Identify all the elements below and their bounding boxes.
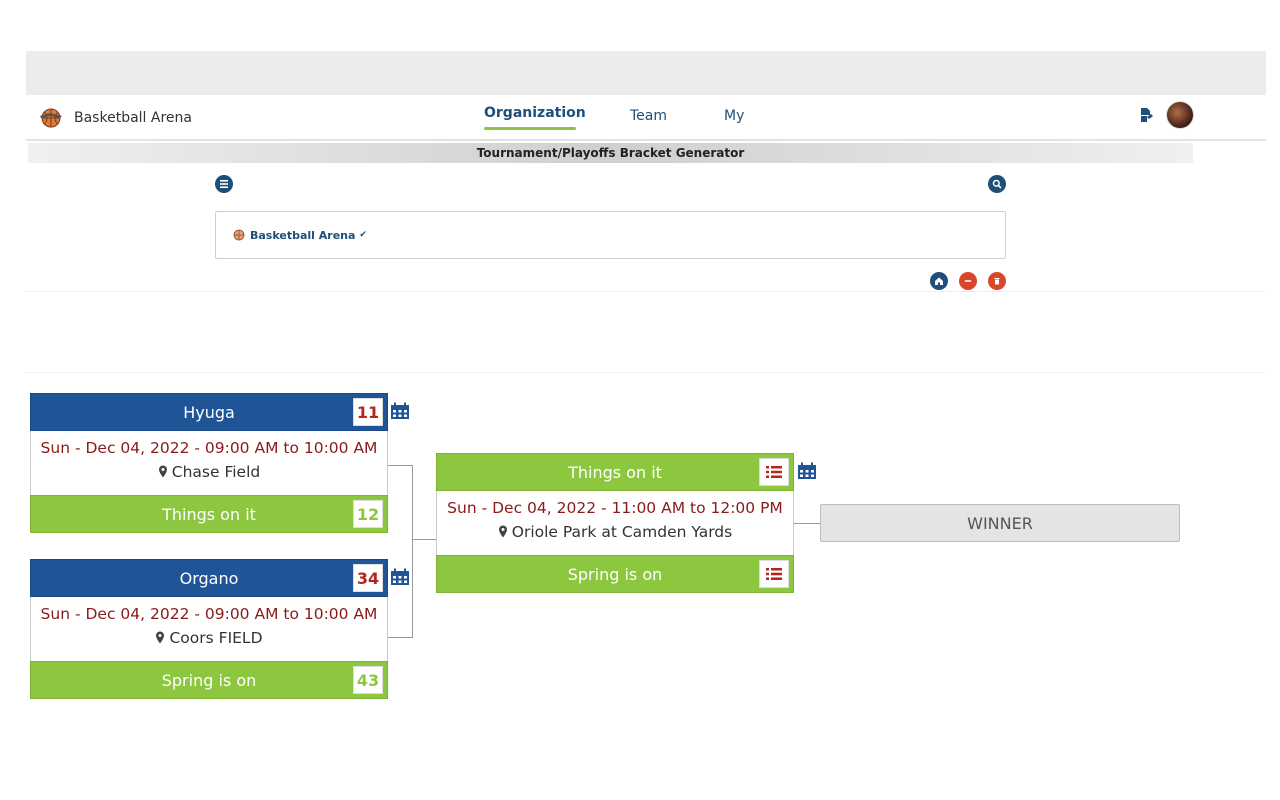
bracket-connector xyxy=(388,465,413,466)
winner-label: WINNER xyxy=(967,513,1033,533)
divider xyxy=(26,291,1266,292)
tab-team[interactable]: Team xyxy=(630,95,670,141)
user-edit-icon[interactable] xyxy=(1138,107,1154,123)
team-footer[interactable]: Things on it 12 xyxy=(30,495,388,533)
brand[interactable]: Basketball Arena xyxy=(38,105,192,131)
team-header[interactable]: Things on it xyxy=(436,453,794,491)
list-button[interactable] xyxy=(759,458,789,486)
location-name: Oriole Park at Camden Yards xyxy=(511,523,733,541)
list-icon xyxy=(766,568,782,580)
brand-name: Basketball Arena xyxy=(74,110,192,126)
home-icon[interactable] xyxy=(930,272,948,290)
match-info: Sun - Dec 04, 2022 - 09:00 AM to 10:00 A… xyxy=(30,597,388,661)
basketball-logo-icon xyxy=(40,108,62,128)
calendar-icon[interactable] xyxy=(390,402,410,420)
match-card-2: Organo 34 Sun - Dec 04, 2022 - 09:00 AM … xyxy=(30,559,388,699)
team-name: Spring is on xyxy=(161,670,257,690)
organization-item[interactable]: Basketball Arena ✔ xyxy=(232,228,367,242)
location-pin-icon xyxy=(156,631,165,644)
score-input[interactable]: 11 xyxy=(353,398,383,426)
team-header[interactable]: Hyuga 11 xyxy=(30,393,388,431)
navbar: Basketball Arena Organization Team My xyxy=(26,95,1266,141)
match-date: Sun - Dec 04, 2022 - 09:00 AM to 10:00 A… xyxy=(40,439,378,457)
match-info: Sun - Dec 04, 2022 - 09:00 AM to 10:00 A… xyxy=(30,431,388,495)
list-icon xyxy=(766,466,782,478)
search-icon[interactable] xyxy=(988,175,1006,193)
delete-icon[interactable] xyxy=(988,272,1006,290)
tab-my-label: My xyxy=(724,108,745,124)
page-title: Tournament/Playoffs Bracket Generator xyxy=(28,143,1193,163)
bracket-connector xyxy=(412,465,413,638)
tab-organization-label: Organization xyxy=(484,105,586,121)
list-icon[interactable] xyxy=(215,175,233,193)
calendar-icon[interactable] xyxy=(797,462,817,480)
bracket-connector xyxy=(388,637,413,638)
team-name: Organo xyxy=(179,568,239,588)
team-name: Things on it xyxy=(162,504,256,524)
list-button[interactable] xyxy=(759,560,789,588)
bracket-connector xyxy=(412,539,437,540)
match-card-1: Hyuga 11 Sun - Dec 04, 2022 - 09:00 AM t… xyxy=(30,393,388,533)
divider xyxy=(26,372,1266,373)
match-location: Oriole Park at Camden Yards xyxy=(437,517,793,541)
location-name: Chase Field xyxy=(171,463,261,481)
score-input[interactable]: 34 xyxy=(353,564,383,592)
team-footer[interactable]: Spring is on 43 xyxy=(30,661,388,699)
winner-slot: WINNER xyxy=(820,504,1180,542)
match-date: Sun - Dec 04, 2022 - 09:00 AM to 10:00 A… xyxy=(40,605,378,623)
location-pin-icon xyxy=(498,525,507,538)
tab-active-underline xyxy=(484,127,576,130)
match-date: Sun - Dec 04, 2022 - 11:00 AM to 12:00 P… xyxy=(447,499,783,517)
bracket-connector xyxy=(794,523,821,524)
check-icon: ✔ xyxy=(359,230,367,240)
location-pin-icon xyxy=(158,465,167,478)
tab-organization[interactable]: Organization xyxy=(484,95,586,141)
match-info: Sun - Dec 04, 2022 - 11:00 AM to 12:00 P… xyxy=(436,491,794,555)
match-card-3: Things on it Sun - Dec 04, 2022 - 11:00 … xyxy=(436,453,794,593)
tab-my[interactable]: My xyxy=(724,95,754,141)
location-name: Coors FIELD xyxy=(169,629,263,647)
basketball-small-icon xyxy=(233,229,245,241)
calendar-icon[interactable] xyxy=(390,568,410,586)
team-footer[interactable]: Spring is on xyxy=(436,555,794,593)
team-name: Things on it xyxy=(568,462,662,482)
match-location: Coors FIELD xyxy=(31,623,387,647)
team-name: Hyuga xyxy=(183,402,235,422)
top-bar xyxy=(26,51,1266,95)
match-location: Chase Field xyxy=(31,457,387,481)
remove-icon[interactable] xyxy=(959,272,977,290)
nav-right xyxy=(1138,101,1194,129)
organization-box: Basketball Arena ✔ xyxy=(215,211,1006,259)
tab-team-label: Team xyxy=(630,108,668,124)
team-header[interactable]: Organo 34 xyxy=(30,559,388,597)
team-name: Spring is on xyxy=(567,564,663,584)
nav-tabs: Organization Team My xyxy=(484,95,754,141)
score-input[interactable]: 43 xyxy=(353,666,383,694)
organization-name: Basketball Arena xyxy=(250,228,356,242)
score-input[interactable]: 12 xyxy=(353,500,383,528)
avatar[interactable] xyxy=(1166,101,1194,129)
